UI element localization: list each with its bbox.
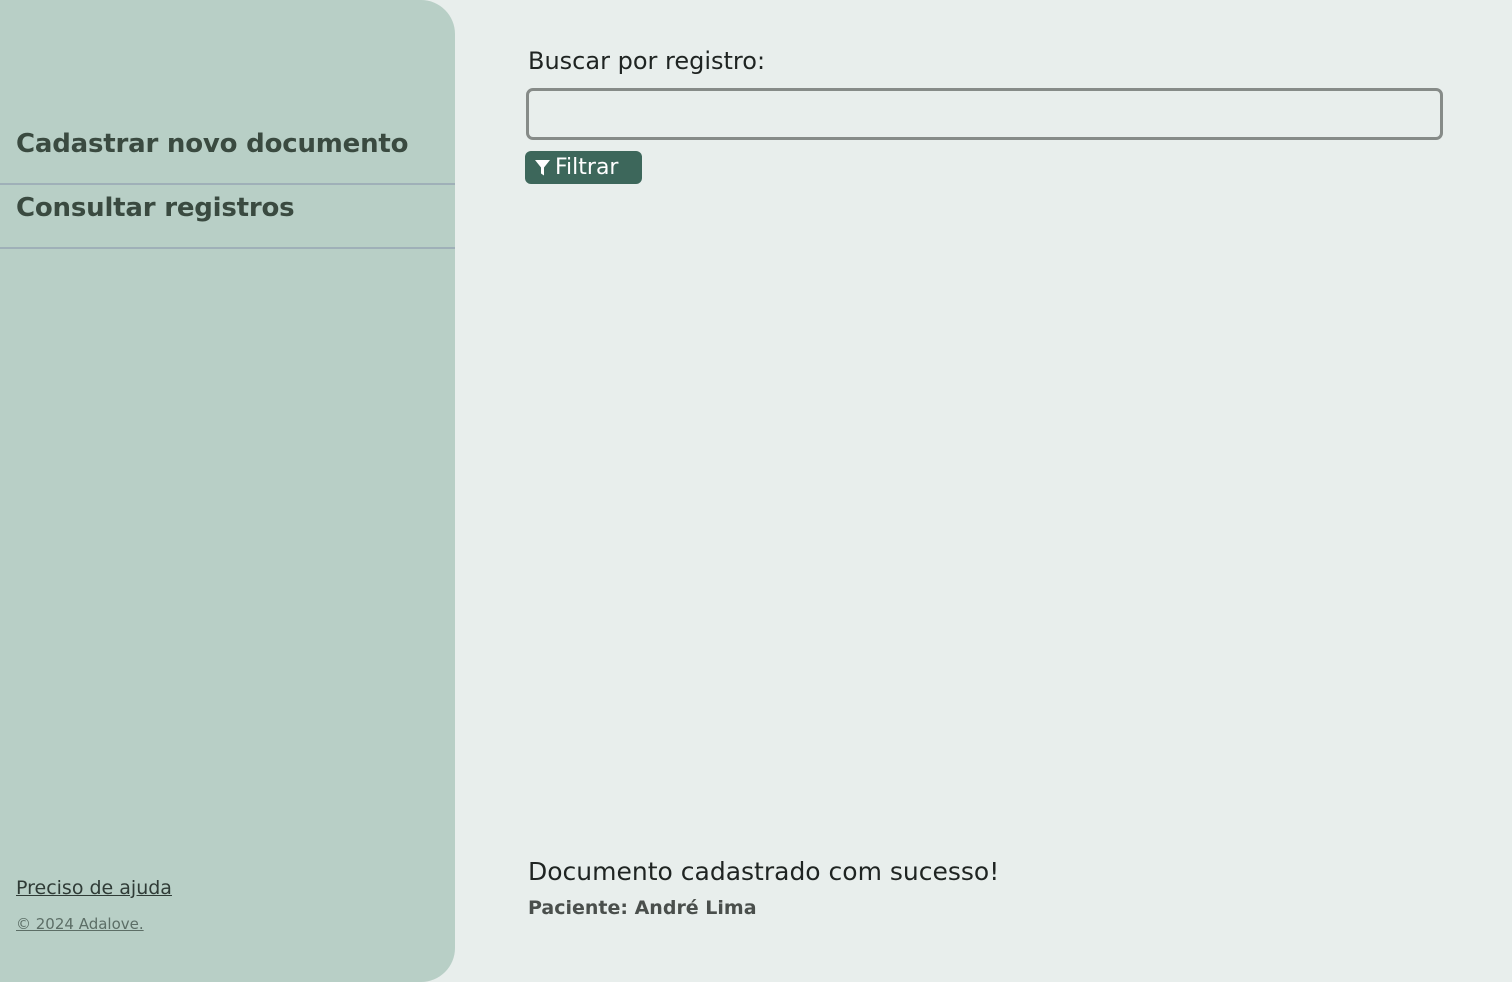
help-link[interactable]: Preciso de ajuda xyxy=(16,877,172,899)
patient-name: Paciente: André Lima xyxy=(528,897,757,919)
sidebar-item-cadastrar[interactable]: Cadastrar novo documento xyxy=(0,122,455,185)
search-input[interactable] xyxy=(526,88,1443,140)
filter-icon xyxy=(534,159,551,177)
sidebar-item-consultar[interactable]: Consultar registros xyxy=(0,185,455,249)
sidebar-nav: Cadastrar novo documento Consultar regis… xyxy=(0,122,455,249)
filter-button[interactable]: Filtrar xyxy=(525,151,642,184)
search-label: Buscar por registro: xyxy=(528,47,766,75)
success-message: Documento cadastrado com sucesso! xyxy=(528,857,1000,886)
copyright-text: © 2024 Adalove. xyxy=(16,915,144,933)
filter-button-label: Filtrar xyxy=(555,155,619,180)
sidebar: Cadastrar novo documento Consultar regis… xyxy=(0,0,455,982)
